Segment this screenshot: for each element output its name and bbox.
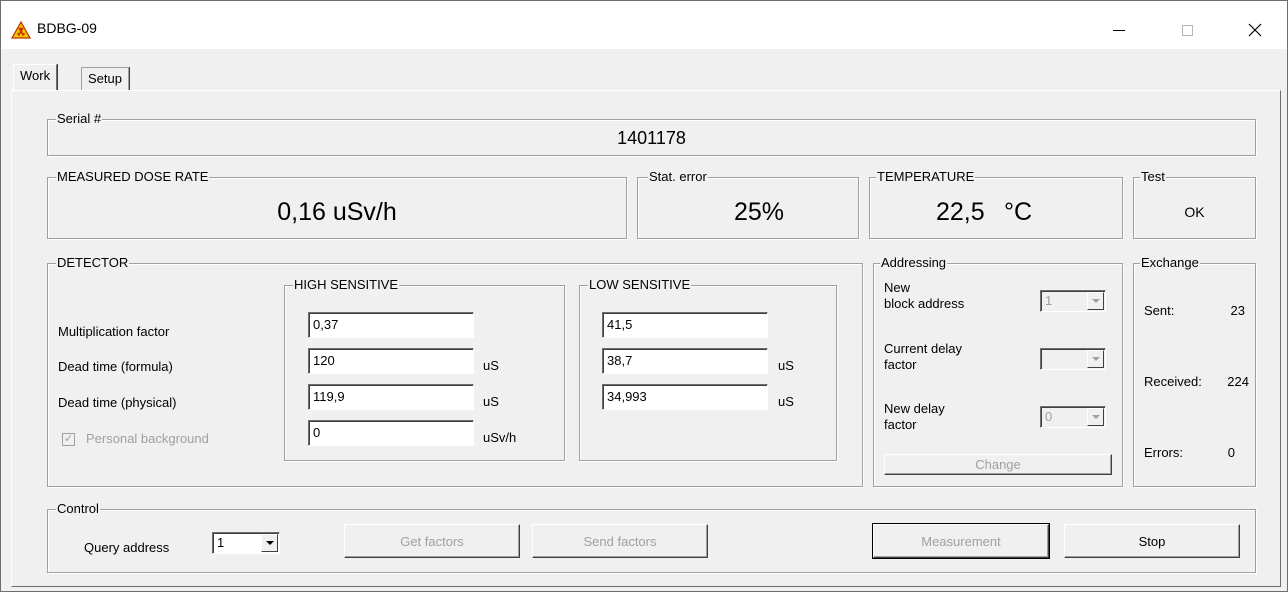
- new-delay-label-line1: New delay: [884, 401, 945, 416]
- sent-value: 23: [1230, 303, 1245, 318]
- new-block-address-select[interactable]: 1: [1040, 290, 1106, 312]
- low-multiplication-factor-input[interactable]: 41,5: [602, 312, 768, 338]
- received-value: 224: [1227, 374, 1249, 389]
- change-button[interactable]: Change: [884, 454, 1112, 475]
- detector-group: DETECTOR Multiplication factor Dead time…: [47, 255, 863, 487]
- stat-error-value: 25%: [733, 198, 784, 226]
- errors-label: Errors:: [1144, 445, 1183, 460]
- high-sensitive-label: HIGH SENSITIVE: [293, 277, 400, 293]
- dose-rate-label: MEASURED DOSE RATE: [56, 169, 210, 185]
- high-dead-time-formula-input[interactable]: 120: [308, 348, 474, 374]
- app-window: BDBG-09 Work Setup Serial # 1401178 MEAS…: [0, 0, 1288, 592]
- chevron-down-icon[interactable]: [1087, 350, 1104, 368]
- multiplication-factor-label: Multiplication factor: [58, 324, 170, 339]
- addressing-group: Addressing New block address 1 Current d…: [873, 255, 1123, 487]
- low-dead-time-formula-unit: uS: [778, 358, 794, 373]
- new-delay-factor-value: 0: [1045, 409, 1053, 424]
- stat-error-group: Stat. error 25%: [637, 169, 859, 239]
- radiation-warning-icon: [11, 21, 31, 39]
- query-address-value: 1: [217, 535, 225, 550]
- temperature-label: TEMPERATURE: [876, 169, 976, 185]
- current-delay-factor-select[interactable]: [1040, 348, 1106, 370]
- high-personal-background-unit: uSv/h: [483, 430, 517, 445]
- addressing-label: Addressing: [880, 255, 948, 271]
- high-dead-time-physical-input[interactable]: 119,9: [308, 384, 474, 410]
- detector-label: DETECTOR: [56, 255, 130, 271]
- current-delay-label-line2: factor: [884, 357, 917, 372]
- maximize-button[interactable]: [1164, 13, 1210, 47]
- sent-label: Sent:: [1144, 303, 1175, 318]
- test-status: OK: [1184, 204, 1205, 220]
- low-sensitive-label: LOW SENSITIVE: [588, 277, 692, 293]
- chevron-down-icon[interactable]: [261, 534, 278, 552]
- chevron-down-icon[interactable]: [1087, 292, 1104, 310]
- serial-group: Serial # 1401178: [47, 111, 1256, 156]
- temperature-value: 22,5: [936, 198, 985, 226]
- control-group: Control Query address 1 Get factors Send…: [47, 501, 1256, 573]
- dead-time-physical-label: Dead time (physical): [58, 395, 177, 410]
- received-label: Received:: [1144, 374, 1202, 389]
- send-factors-button[interactable]: Send factors: [532, 524, 708, 558]
- window-title: BDBG-09: [37, 20, 97, 36]
- errors-value: 0: [1227, 445, 1235, 460]
- low-dead-time-physical-unit: uS: [778, 394, 794, 409]
- stat-error-label: Stat. error: [648, 169, 708, 185]
- new-delay-factor-select[interactable]: 0: [1040, 406, 1106, 428]
- low-dead-time-formula-input[interactable]: 38,7: [602, 348, 768, 374]
- measurement-button[interactable]: Measurement: [872, 523, 1050, 559]
- dose-rate-value: 0,16 uSv/h: [277, 198, 397, 226]
- new-block-address-label-line2: block address: [884, 296, 965, 311]
- high-dead-time-formula-unit: uS: [483, 358, 499, 373]
- temperature-group: TEMPERATURE 22,5 °C: [869, 169, 1123, 239]
- low-dead-time-physical-input[interactable]: 34,993: [602, 384, 768, 410]
- tab-work[interactable]: Work: [13, 64, 58, 91]
- high-sensitive-group: HIGH SENSITIVE 0,37 120 uS 119,9 uS 0 uS…: [284, 277, 565, 461]
- minimize-icon: [1113, 29, 1125, 31]
- test-label: Test: [1140, 169, 1166, 185]
- tab-setup[interactable]: Setup: [81, 67, 129, 91]
- dose-rate-group: MEASURED DOSE RATE 0,16 uSv/h: [47, 169, 627, 239]
- minimize-button[interactable]: [1096, 13, 1142, 47]
- low-sensitive-group: LOW SENSITIVE 41,5 38,7 uS 34,993 uS: [579, 277, 837, 461]
- serial-value: 1401178: [617, 128, 686, 148]
- query-address-select[interactable]: 1: [212, 532, 280, 554]
- stop-button[interactable]: Stop: [1064, 524, 1240, 558]
- get-factors-button[interactable]: Get factors: [344, 524, 520, 558]
- maximize-icon: [1181, 24, 1193, 36]
- current-delay-label-line1: Current delay: [884, 341, 963, 356]
- exchange-label: Exchange: [1140, 255, 1200, 271]
- serial-label: Serial #: [56, 111, 103, 127]
- query-address-label: Query address: [84, 540, 170, 555]
- personal-background-label: Personal background: [86, 431, 209, 446]
- high-multiplication-factor-input[interactable]: 0,37: [308, 312, 474, 338]
- exchange-group: Exchange Sent: 23 Received: 224 Errors: …: [1133, 255, 1256, 487]
- new-block-address-label-line1: New: [884, 280, 911, 295]
- test-group: Test OK: [1133, 169, 1256, 239]
- temperature-unit: °C: [1004, 198, 1033, 226]
- control-label: Control: [56, 501, 100, 517]
- new-delay-label-line2: factor: [884, 417, 917, 432]
- dead-time-formula-label: Dead time (formula): [58, 359, 173, 374]
- close-button[interactable]: [1232, 13, 1278, 47]
- personal-background-checkbox[interactable]: ✓: [62, 433, 75, 446]
- new-block-address-value: 1: [1045, 293, 1053, 308]
- title-bar[interactable]: BDBG-09: [1, 1, 1287, 49]
- close-icon: [1248, 23, 1262, 37]
- chevron-down-icon[interactable]: [1087, 408, 1104, 426]
- high-dead-time-physical-unit: uS: [483, 394, 499, 409]
- high-personal-background-input[interactable]: 0: [308, 420, 474, 446]
